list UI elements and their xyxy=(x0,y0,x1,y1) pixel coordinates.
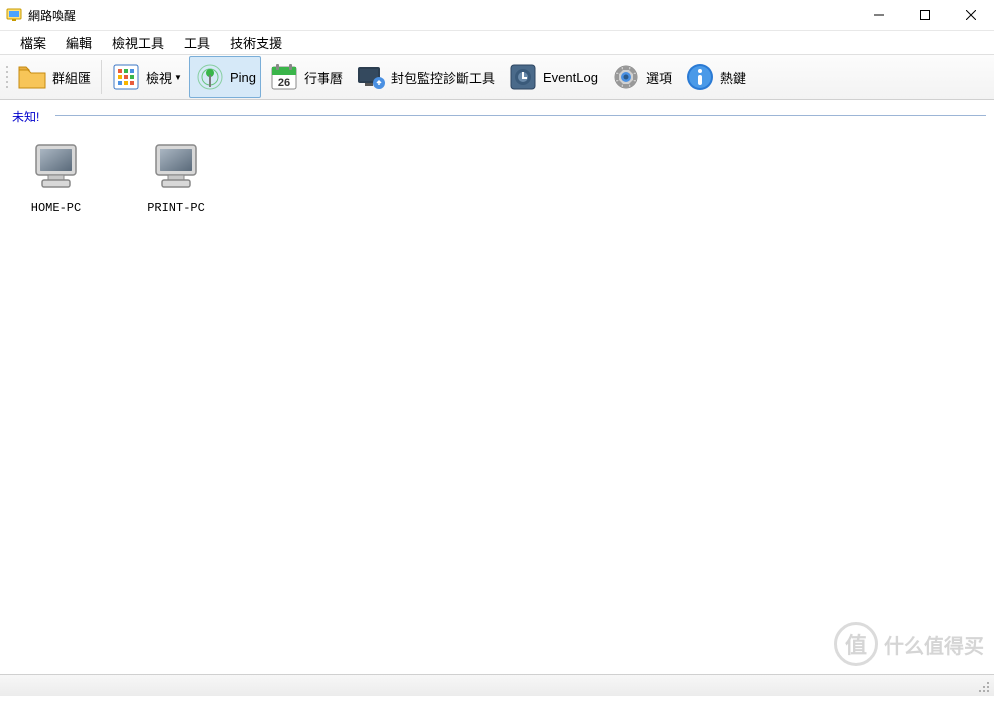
close-button[interactable] xyxy=(948,0,994,30)
toolbar-options-button[interactable]: 選項 xyxy=(605,56,677,98)
group-divider xyxy=(55,115,986,116)
dropdown-arrow-icon: ▼ xyxy=(174,73,182,82)
window-title: 網路喚醒 xyxy=(28,7,856,24)
watermark: 值 什么值得买 xyxy=(834,622,984,666)
content-area[interactable]: 未知! HOME-PC xyxy=(0,100,994,674)
computer-icon xyxy=(148,139,204,195)
info-icon xyxy=(684,61,716,93)
toolbar-grip[interactable] xyxy=(4,59,9,95)
toolbar-separator xyxy=(101,60,102,94)
eventlog-icon xyxy=(507,61,539,93)
items-container: HOME-PC PRINT-PC xyxy=(0,129,994,215)
window-controls xyxy=(856,0,994,30)
menu-bar: 檔案 編輯 檢視工具 工具 技術支援 xyxy=(0,30,994,54)
toolbar-ping-label: Ping xyxy=(230,70,256,85)
pc-label: HOME-PC xyxy=(16,201,96,215)
toolbar-hotkeys-button[interactable]: 熱鍵 xyxy=(679,56,751,98)
maximize-button[interactable] xyxy=(902,0,948,30)
app-icon xyxy=(6,7,22,23)
group-header: 未知! xyxy=(0,100,994,129)
gear-icon xyxy=(610,61,642,93)
menu-edit[interactable]: 編輯 xyxy=(56,30,102,55)
grid-view-icon xyxy=(110,61,142,93)
toolbar-calendar-label: 行事曆 xyxy=(304,68,343,87)
pc-label: PRINT-PC xyxy=(136,201,216,215)
svg-text:26: 26 xyxy=(278,77,290,89)
group-label: 未知! xyxy=(12,110,45,124)
toolbar-packet-label: 封包監控診斷工具 xyxy=(391,68,495,87)
pc-item-print[interactable]: PRINT-PC xyxy=(136,139,216,215)
status-bar xyxy=(0,674,994,696)
toolbar-view-label: 檢視 xyxy=(146,68,172,87)
toolbar: 群組匯 檢視 ▼ xyxy=(0,54,994,100)
packet-monitor-icon xyxy=(355,61,387,93)
menu-support[interactable]: 技術支援 xyxy=(220,30,292,55)
menu-file[interactable]: 檔案 xyxy=(10,30,56,55)
toolbar-group-label: 群組匯 xyxy=(52,68,91,87)
toolbar-eventlog-label: EventLog xyxy=(543,70,598,85)
resize-grip[interactable] xyxy=(976,679,992,695)
toolbar-ping-button[interactable]: Ping xyxy=(189,56,261,98)
toolbar-eventlog-button[interactable]: EventLog xyxy=(502,56,603,98)
toolbar-view-button[interactable]: 檢視 ▼ xyxy=(105,56,187,98)
toolbar-packet-button[interactable]: 封包監控診斷工具 xyxy=(350,56,500,98)
toolbar-group-button[interactable]: 群組匯 xyxy=(11,56,96,98)
toolbar-calendar-button[interactable]: 26 行事曆 xyxy=(263,56,348,98)
toolbar-options-label: 選項 xyxy=(646,68,672,87)
computer-icon xyxy=(28,139,84,195)
calendar-icon: 26 xyxy=(268,61,300,93)
menu-view-tools[interactable]: 檢視工具 xyxy=(102,30,174,55)
watermark-badge: 值 xyxy=(834,622,878,666)
title-bar: 網路喚醒 xyxy=(0,0,994,30)
pc-item-home[interactable]: HOME-PC xyxy=(16,139,96,215)
toolbar-hotkeys-label: 熱鍵 xyxy=(720,68,746,87)
menu-tools[interactable]: 工具 xyxy=(174,30,220,55)
ping-icon xyxy=(194,61,226,93)
folder-icon xyxy=(16,61,48,93)
watermark-text: 什么值得买 xyxy=(884,630,984,659)
minimize-button[interactable] xyxy=(856,0,902,30)
